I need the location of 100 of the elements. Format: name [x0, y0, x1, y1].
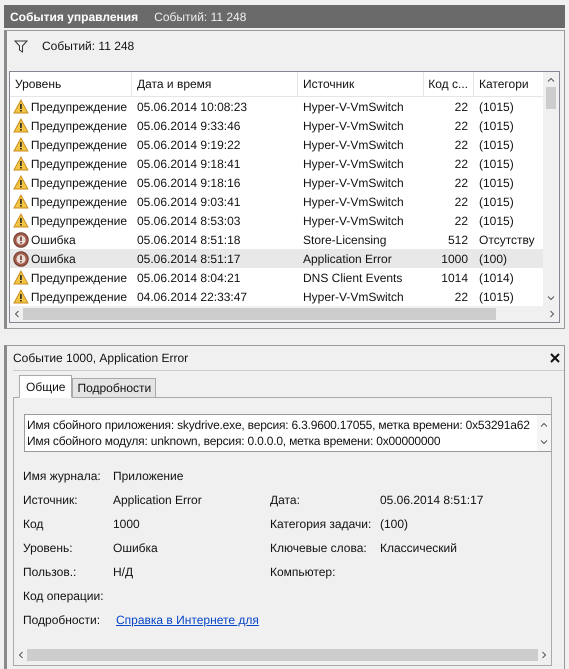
level-text: Предупреждение [30, 156, 127, 170]
source-cell-text: Store-Licensing [302, 232, 388, 248]
scroll-left-icon[interactable] [14, 310, 19, 318]
category-cell-text: (1015) [478, 194, 515, 210]
field-label: Код операции: [23, 589, 105, 603]
event-row[interactable]: Предупреждение 05.06.2014 8:04:21 DNS Client Events 1014 (1014) [10, 268, 543, 287]
date-cell-text: 05.06.2014 8:53:03 [136, 212, 242, 230]
event-row[interactable]: Предупреждение 05.06.2014 9:19:22 Hyper-V-VmSwitch 22 (1015) [10, 135, 543, 154]
error-icon [13, 232, 29, 248]
column-header[interactable]: Категори [474, 72, 543, 96]
code-cell-text: 22 [454, 98, 469, 116]
scroll-thumb[interactable] [27, 649, 538, 661]
close-icon[interactable] [550, 353, 560, 363]
code-cell-text: 22 [454, 156, 469, 172]
event-row[interactable]: Предупреждение 04.06.2014 22:33:47 Hyper-V-VmSwitch 22 (1015) [10, 287, 543, 306]
field-label: Уровень: [23, 541, 74, 555]
source-cell-text: DNS Client Events [302, 270, 404, 286]
source-cell-text: Hyper-V-VmSwitch [302, 156, 405, 172]
warning-icon [13, 194, 29, 209]
category-cell-text: (1015) [478, 98, 515, 116]
horizontal-scrollbar[interactable] [10, 306, 559, 322]
description-line: Имя сбойного модуля: unknown, версия: 0.0.0.0, метка времени: 0x00000000 [27, 433, 442, 449]
tab[interactable]: Общие [19, 375, 72, 398]
field-value: (100) [380, 517, 408, 531]
field-label: Источник: [23, 493, 79, 507]
level-text: Предупреждение [30, 100, 127, 114]
level-text: Предупреждение [30, 290, 127, 304]
description-line: Имя сбойного приложения: skydrive.exe, версия: 6.3.9600.17055, метка времени: 0x53291a62 [27, 417, 531, 433]
date-cell-text: 05.06.2014 8:51:18 [136, 232, 242, 248]
source-cell-text: Hyper-V-VmSwitch [302, 118, 405, 134]
field-value: Application Error [113, 493, 203, 507]
field-value: 05.06.2014 8:51:17 [380, 493, 484, 507]
vertical-scrollbar[interactable] [543, 72, 559, 306]
scroll-thumb[interactable] [546, 87, 556, 109]
level-text: Предупреждение [30, 138, 127, 152]
scroll-right-icon[interactable] [550, 310, 555, 318]
source-cell-text: Hyper-V-VmSwitch [302, 98, 405, 116]
column-header[interactable]: Источник [298, 72, 424, 96]
column-header[interactable]: Код с... [424, 72, 474, 96]
date-cell-text: 05.06.2014 9:03:41 [136, 194, 242, 210]
date-cell-text: 05.06.2014 10:08:23 [136, 98, 248, 116]
category-cell-text: (1014) [478, 270, 515, 286]
column-header[interactable]: Дата и время [132, 72, 298, 96]
date-cell-text: 05.06.2014 8:51:17 [136, 250, 242, 268]
event-row[interactable]: Предупреждение 05.06.2014 9:33:46 Hyper-V-VmSwitch 22 (1015) [10, 116, 543, 135]
level-text: Предупреждение [30, 270, 127, 284]
warning-icon [13, 156, 29, 171]
field-label: Категория задачи: [270, 517, 372, 531]
level-text: Предупреждение [30, 194, 127, 208]
category-cell-text: (100) [478, 250, 508, 268]
event-row[interactable]: Предупреждение 05.06.2014 9:03:41 Hyper-V-VmSwitch 22 (1015) [10, 192, 543, 211]
warning-icon [13, 213, 29, 228]
scroll-up-icon[interactable] [540, 422, 548, 426]
field-value: Приложение [113, 469, 184, 483]
column-header[interactable]: Уровень [10, 72, 132, 96]
field-value: 1000 [113, 517, 141, 531]
window-title: События управления [10, 10, 138, 24]
date-cell-text: 05.06.2014 9:19:22 [136, 136, 242, 154]
event-row[interactable]: Предупреждение 05.06.2014 9:18:41 Hyper-V-VmSwitch 22 (1015) [10, 154, 543, 173]
event-row[interactable]: Предупреждение 05.06.2014 9:18:16 Hyper-V-VmSwitch 22 (1015) [10, 173, 543, 192]
field-value: Ошибка [113, 541, 159, 555]
code-cell-text: 22 [454, 136, 469, 154]
event-row[interactable]: Предупреждение 05.06.2014 8:53:03 Hyper-V-VmSwitch 22 (1015) [10, 211, 543, 230]
help-link[interactable]: Справка в Интернете для [116, 613, 273, 627]
field-value: Н/Д [113, 565, 134, 579]
scroll-left-icon[interactable] [18, 651, 23, 659]
scroll-right-icon[interactable] [542, 651, 547, 659]
source-cell-text: Application Error [302, 250, 393, 268]
source-cell-text: Hyper-V-VmSwitch [302, 194, 405, 210]
date-cell-text: 05.06.2014 8:04:21 [136, 270, 242, 286]
event-row[interactable]: Ошибка 05.06.2014 8:51:17 Application Error 1000 (100) [10, 249, 543, 268]
level-text: Ошибка [31, 252, 76, 266]
category-cell-text: (1015) [478, 156, 515, 172]
tab[interactable]: Подробности [72, 378, 156, 397]
warning-icon [13, 118, 29, 133]
date-cell-text: 04.06.2014 22:33:47 [136, 288, 248, 306]
source-cell-text: Hyper-V-VmSwitch [302, 136, 405, 154]
warning-icon [13, 270, 29, 285]
source-cell-text: Hyper-V-VmSwitch [302, 174, 405, 192]
filter-count: Событий: 11 248 [42, 39, 134, 53]
event-row[interactable]: Ошибка 05.06.2014 8:51:18 Store-Licensing 512 Отсутству [10, 230, 543, 249]
field-value: Классический [380, 541, 457, 555]
category-cell-text: (1015) [478, 288, 515, 306]
warning-icon [13, 175, 29, 190]
category-cell-text: (1015) [478, 136, 515, 154]
category-cell-text: Отсутству [478, 232, 536, 248]
event-row[interactable]: Предупреждение 05.06.2014 10:08:23 Hyper-V-VmSwitch 22 (1015) [10, 97, 543, 116]
event-count: Событий: 11 248 [154, 10, 246, 24]
scroll-thumb[interactable] [23, 308, 496, 320]
filter-icon[interactable] [14, 40, 28, 53]
description-box[interactable]: Имя сбойного приложения: skydrive.exe, версия: 6.3.9600.17055, метка времени: 0x53291a62 Имя сбойного модуля: unknown, версия: 0.0.0.0, метка времени: 0x00000000 [24, 414, 551, 452]
date-cell-text: 05.06.2014 9:18:16 [136, 174, 242, 192]
date-cell-text: 05.06.2014 9:18:41 [136, 156, 242, 172]
scroll-up-icon[interactable] [547, 77, 555, 82]
scroll-down-icon[interactable] [547, 296, 555, 301]
field-label: Компьютер: [270, 565, 336, 579]
level-text: Предупреждение [30, 118, 127, 132]
scroll-down-icon[interactable] [540, 440, 548, 444]
code-cell-text: 1014 [440, 270, 469, 286]
date-cell-text: 05.06.2014 9:33:46 [136, 118, 242, 134]
